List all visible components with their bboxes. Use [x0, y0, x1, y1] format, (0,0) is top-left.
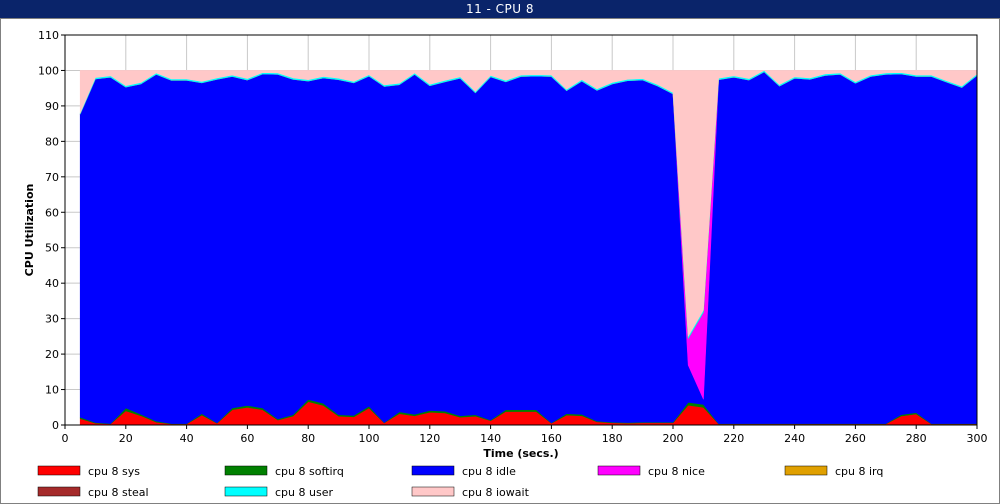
x-tick-label: 0	[62, 432, 69, 445]
x-tick-label: 80	[301, 432, 315, 445]
legend-label-cpu-8-iowait: cpu 8 iowait	[462, 486, 530, 499]
legend-label-cpu-8-steal: cpu 8 steal	[88, 486, 149, 499]
x-axis-title: Time (secs.)	[483, 447, 558, 460]
legend-swatch-cpu-8-nice	[597, 465, 641, 476]
legend-label-cpu-8-user: cpu 8 user	[275, 486, 333, 499]
y-tick-label: 20	[45, 348, 59, 361]
x-tick-label: 220	[723, 432, 744, 445]
legend-label-cpu-8-idle: cpu 8 idle	[462, 465, 516, 478]
y-tick-label: 110	[38, 29, 59, 42]
x-tick-label: 240	[784, 432, 805, 445]
y-tick-label: 100	[38, 64, 59, 77]
area-cpu-8-idle	[79, 71, 978, 424]
legend-swatch-cpu-8-irq	[784, 465, 828, 476]
y-tick-label: 10	[45, 384, 59, 397]
legend-swatch-cpu-8-sys	[37, 465, 81, 476]
legend-label-cpu-8-softirq: cpu 8 softirq	[275, 465, 344, 478]
x-tick-label: 40	[180, 432, 194, 445]
y-tick-label: 60	[45, 206, 59, 219]
y-tick-label: 30	[45, 313, 59, 326]
window-title: 11 - CPU 8	[0, 0, 1000, 18]
y-tick-label: 0	[52, 419, 59, 432]
x-tick-label: 20	[119, 432, 133, 445]
x-tick-label: 120	[419, 432, 440, 445]
y-tick-label: 80	[45, 135, 59, 148]
x-tick-label: 160	[541, 432, 562, 445]
y-tick-label: 50	[45, 242, 59, 255]
x-tick-label: 200	[663, 432, 684, 445]
y-tick-label: 90	[45, 100, 59, 113]
x-tick-label: 260	[845, 432, 866, 445]
legend-label-cpu-8-sys: cpu 8 sys	[88, 465, 140, 478]
legend-swatch-cpu-8-steal	[37, 486, 81, 497]
x-tick-label: 280	[906, 432, 927, 445]
y-tick-label: 70	[45, 171, 59, 184]
stacked-areas	[79, 70, 978, 426]
x-tick-label: 300	[967, 432, 988, 445]
cpu-utilization-chart: 0 20 40 60 80 100 120 140 160 180 200 220 240 260 280 3…	[23, 29, 988, 499]
x-tick-label: 100	[359, 432, 380, 445]
y-tick-label: 40	[45, 277, 59, 290]
legend-swatch-cpu-8-iowait	[411, 486, 455, 497]
legend-swatch-cpu-8-user	[224, 486, 268, 497]
x-tick-label: 180	[602, 432, 623, 445]
x-tick-label: 60	[240, 432, 254, 445]
legend: cpu 8 sys cpu 8 softirq cpu 8 idle cpu 8 ni…	[37, 465, 883, 499]
legend-label-cpu-8-irq: cpu 8 irq	[835, 465, 883, 478]
legend-swatch-cpu-8-softirq	[224, 465, 268, 476]
x-tick-label: 140	[480, 432, 501, 445]
y-axis-title: CPU Utilization	[23, 184, 36, 277]
legend-swatch-cpu-8-idle	[411, 465, 455, 476]
legend-label-cpu-8-nice: cpu 8 nice	[648, 465, 705, 478]
